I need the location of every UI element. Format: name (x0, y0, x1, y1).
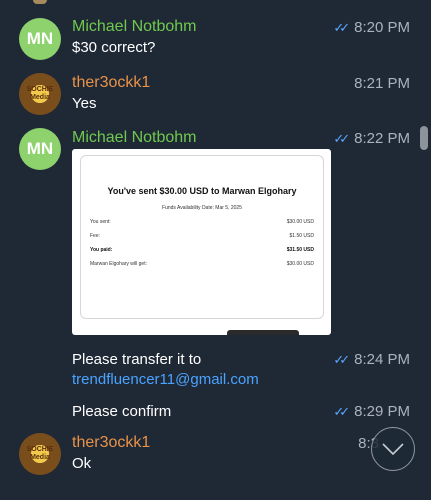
previous-avatar-edge (33, 0, 47, 4)
receipt-row: Marwan Elgohary will get: $30.00 USD (90, 261, 314, 267)
time-label: 8:21 PM (354, 75, 410, 92)
message-time: ✓✓ 8:29 PM (333, 403, 410, 420)
message-time: ✓✓ 8:20 PM (333, 19, 410, 36)
time-label: 8:29 PM (354, 403, 410, 420)
sender-name[interactable]: Michael Notbohm (72, 18, 197, 36)
chat-message-list[interactable]: MN Michael Notbohm $30 correct? ✓✓ 8:20 … (0, 0, 431, 500)
avatar-ther3ockk1[interactable]: SOCHIE Media (19, 73, 61, 115)
receipt-row-value: $31.50 USD (286, 247, 314, 253)
avatar-michael-notbohm[interactable]: MN (19, 18, 61, 60)
message-text: Please transfer it to (72, 351, 202, 368)
image-bottom-handle (227, 330, 299, 335)
email-link[interactable]: trendfluencer11@gmail.com (72, 371, 259, 388)
double-check-icon: ✓✓ (333, 130, 350, 146)
receipt-row-value: $30.00 USD (286, 219, 314, 225)
double-check-icon: ✓✓ (333, 351, 350, 367)
receipt-row: Fee: $1.50 USD (90, 233, 314, 239)
chevron-down-icon (382, 443, 404, 456)
sender-name[interactable]: ther3ockk1 (72, 74, 150, 92)
message-text: Please confirm (72, 403, 172, 420)
message-time: 8:21 PM (354, 75, 410, 92)
time-label: 8:22 PM (354, 130, 410, 147)
scrollbar-thumb[interactable] (420, 126, 428, 150)
message-time: ✓✓ 8:24 PM (333, 351, 410, 368)
receipt-row: You sent: $30.00 USD (90, 219, 314, 225)
receipt-title: You've sent $30.00 USD to Marwan Elgohar… (107, 186, 297, 196)
sender-name[interactable]: Michael Notbohm (72, 129, 197, 147)
message-time: ✓✓ 8:22 PM (333, 130, 410, 147)
message-text: $30 correct? (72, 39, 156, 56)
avatar-logo-text: SOCHIE Media (26, 446, 54, 461)
sender-name[interactable]: ther3ockk1 (72, 434, 150, 452)
receipt-row-value: $30.00 USD (286, 261, 314, 267)
receipt-funds-date: Funds Availability Date: Mar 5, 2025 (162, 205, 242, 211)
time-label: 8:20 PM (354, 19, 410, 36)
scroll-to-bottom-button[interactable] (371, 427, 415, 471)
avatar-ther3ockk1[interactable]: SOCHIE Media (19, 433, 61, 475)
avatar-michael-notbohm[interactable]: MN (19, 128, 61, 170)
double-check-icon: ✓✓ (333, 19, 350, 35)
avatar-logo-text: SOCHIE Media (26, 86, 54, 101)
receipt-row-label: You paid: (90, 247, 113, 253)
receipt-image[interactable]: You've sent $30.00 USD to Marwan Elgohar… (72, 149, 331, 335)
receipt-card: You've sent $30.00 USD to Marwan Elgohar… (80, 155, 324, 319)
time-label: 8:24 PM (354, 351, 410, 368)
receipt-row-label: Marwan Elgohary will get: (90, 261, 147, 267)
receipt-row: You paid: $31.50 USD (90, 247, 314, 253)
message-text: Yes (72, 95, 97, 112)
receipt-row-label: You sent: (90, 219, 111, 225)
receipt-row-value: $1.50 USD (289, 233, 314, 239)
message-text: Ok (72, 455, 92, 472)
double-check-icon: ✓✓ (333, 403, 350, 419)
receipt-row-label: Fee: (90, 233, 101, 239)
